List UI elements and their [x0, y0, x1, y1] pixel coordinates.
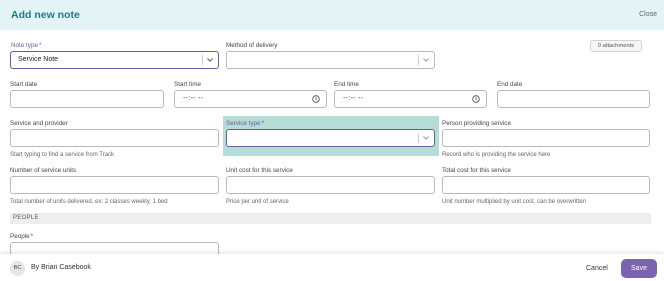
- person-providing-service-label: Person providing service: [442, 120, 511, 127]
- modal-footer: [0, 254, 664, 281]
- start-date-input[interactable]: [10, 90, 164, 108]
- service-and-provider-input[interactable]: [10, 129, 219, 147]
- modal-title: Add new note: [11, 9, 80, 21]
- attachments-button[interactable]: 0 attachments: [590, 40, 642, 52]
- note-type-label: Note type: [11, 42, 41, 49]
- end-date-label: End date: [497, 81, 523, 88]
- people-section-title: PEOPLE: [13, 215, 39, 221]
- person-providing-service-help: Record who is providing the service here: [442, 152, 551, 158]
- method-of-delivery-label: Method of delivery: [226, 42, 278, 49]
- number-of-service-units-label: Number of service units: [10, 167, 77, 174]
- service-and-provider-help: Start typing to find a service from Trac…: [10, 152, 115, 158]
- total-cost-input[interactable]: [442, 176, 650, 194]
- close-button[interactable]: Close: [639, 11, 657, 18]
- unit-cost-label: Unit cost for this service: [226, 167, 293, 174]
- service-and-provider-label: Service and provider: [10, 120, 68, 127]
- method-of-delivery-select[interactable]: [226, 51, 435, 69]
- select-separator: [418, 55, 419, 65]
- person-providing-service-input[interactable]: [442, 129, 650, 147]
- number-of-service-units-input[interactable]: [10, 176, 219, 194]
- people-label: People: [10, 233, 33, 240]
- start-date-label: Start date: [10, 81, 38, 88]
- people-section-header: PEOPLE: [10, 213, 651, 224]
- chevron-down-icon: [423, 136, 429, 140]
- start-time-label: Start time: [174, 81, 201, 88]
- total-cost-label: Total cost for this service: [442, 167, 511, 174]
- number-of-service-units-help: Total number of units delivered. ex: 2 c…: [10, 199, 168, 205]
- avatar: BC: [10, 261, 25, 276]
- end-time-input[interactable]: --:-- --: [334, 90, 487, 108]
- save-button[interactable]: Save: [621, 259, 657, 278]
- start-time-value: --:-- --: [183, 95, 204, 102]
- clock-icon[interactable]: [472, 95, 480, 103]
- total-cost-help: Unit number multiplied by unit cost, can…: [442, 199, 587, 205]
- end-time-value: --:-- --: [343, 95, 364, 102]
- start-time-input[interactable]: --:-- --: [174, 90, 327, 108]
- chevron-down-icon: [423, 58, 429, 62]
- select-separator: [418, 133, 419, 143]
- note-type-select[interactable]: Service Note: [10, 51, 219, 69]
- service-type-label: Service type: [226, 120, 264, 127]
- chevron-down-icon: [207, 58, 213, 62]
- clock-icon[interactable]: [312, 95, 320, 103]
- unit-cost-input[interactable]: [226, 176, 435, 194]
- note-type-value: Service Note: [18, 56, 59, 63]
- cancel-button[interactable]: Cancel: [586, 265, 608, 272]
- service-type-select[interactable]: [226, 129, 435, 147]
- unit-cost-help: Price per unit of service: [226, 199, 289, 205]
- end-date-input[interactable]: [497, 90, 650, 108]
- select-separator: [202, 55, 203, 65]
- modal-header: [0, 0, 664, 30]
- end-time-label: End time: [334, 81, 359, 88]
- author-byline: By Brian Casebook: [31, 264, 91, 271]
